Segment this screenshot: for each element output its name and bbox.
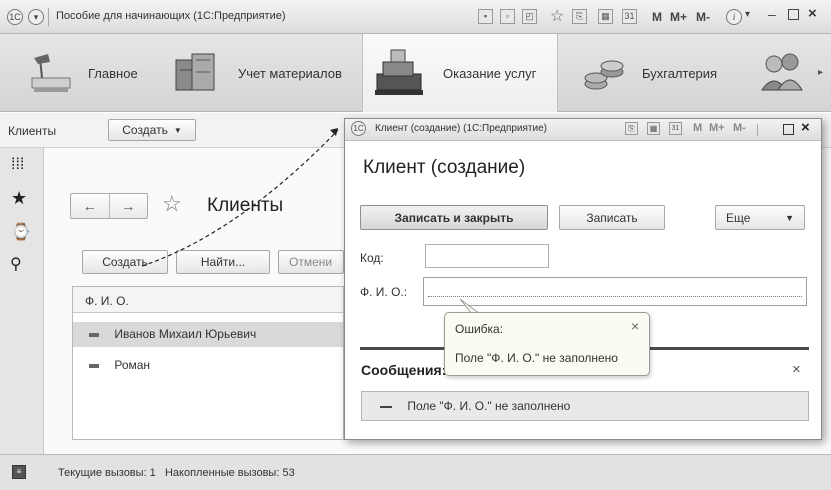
app-logo-icon[interactable]: 1С bbox=[351, 121, 366, 136]
fio-field-error-underline bbox=[428, 296, 802, 297]
fio-label: Ф. И. О.: bbox=[360, 285, 408, 299]
tooltip-close-icon[interactable]: × bbox=[631, 318, 639, 334]
messages-close-icon[interactable]: × bbox=[792, 361, 801, 378]
chevron-down-icon: ▼ bbox=[785, 212, 794, 223]
save-button[interactable]: Записать bbox=[559, 205, 665, 230]
tooltip-message: Поле "Ф. И. О." не заполнено bbox=[455, 351, 618, 365]
message-marker-icon bbox=[380, 405, 392, 408]
error-tooltip: Ошибка: × Поле "Ф. И. О." не заполнено bbox=[444, 312, 650, 376]
modal-title-bar: 1С Клиент (создание) (1С:Предприятие) ⎘ … bbox=[345, 119, 821, 141]
memory-m-button[interactable]: M bbox=[693, 122, 702, 134]
divider bbox=[757, 124, 758, 136]
calculator-icon[interactable]: ▦ bbox=[647, 122, 660, 135]
modal-heading: Клиент (создание) bbox=[363, 157, 526, 178]
link-icon[interactable]: ⎘ bbox=[625, 122, 638, 135]
message-item[interactable]: Поле "Ф. И. О." не заполнено bbox=[361, 391, 809, 421]
code-field[interactable] bbox=[425, 244, 549, 268]
more-label: Еще bbox=[726, 210, 751, 225]
memory-minus-button[interactable]: M- bbox=[733, 122, 746, 134]
maximize-icon[interactable] bbox=[783, 124, 794, 135]
modal-window-title: Клиент (создание) (1С:Предприятие) bbox=[375, 123, 547, 134]
code-label: Код: bbox=[360, 251, 384, 265]
calendar-icon[interactable]: 31 bbox=[669, 122, 682, 135]
more-button[interactable]: Еще ▼ bbox=[715, 205, 805, 230]
tooltip-title: Ошибка: bbox=[455, 322, 504, 336]
message-text: Поле "Ф. И. О." не заполнено bbox=[407, 399, 571, 413]
messages-header: Сообщения: bbox=[361, 362, 447, 378]
save-and-close-button[interactable]: Записать и закрыть bbox=[360, 205, 548, 230]
client-create-window: 1С Клиент (создание) (1С:Предприятие) ⎘ … bbox=[344, 118, 822, 440]
close-icon[interactable]: × bbox=[801, 119, 810, 136]
memory-plus-button[interactable]: M+ bbox=[709, 122, 725, 134]
